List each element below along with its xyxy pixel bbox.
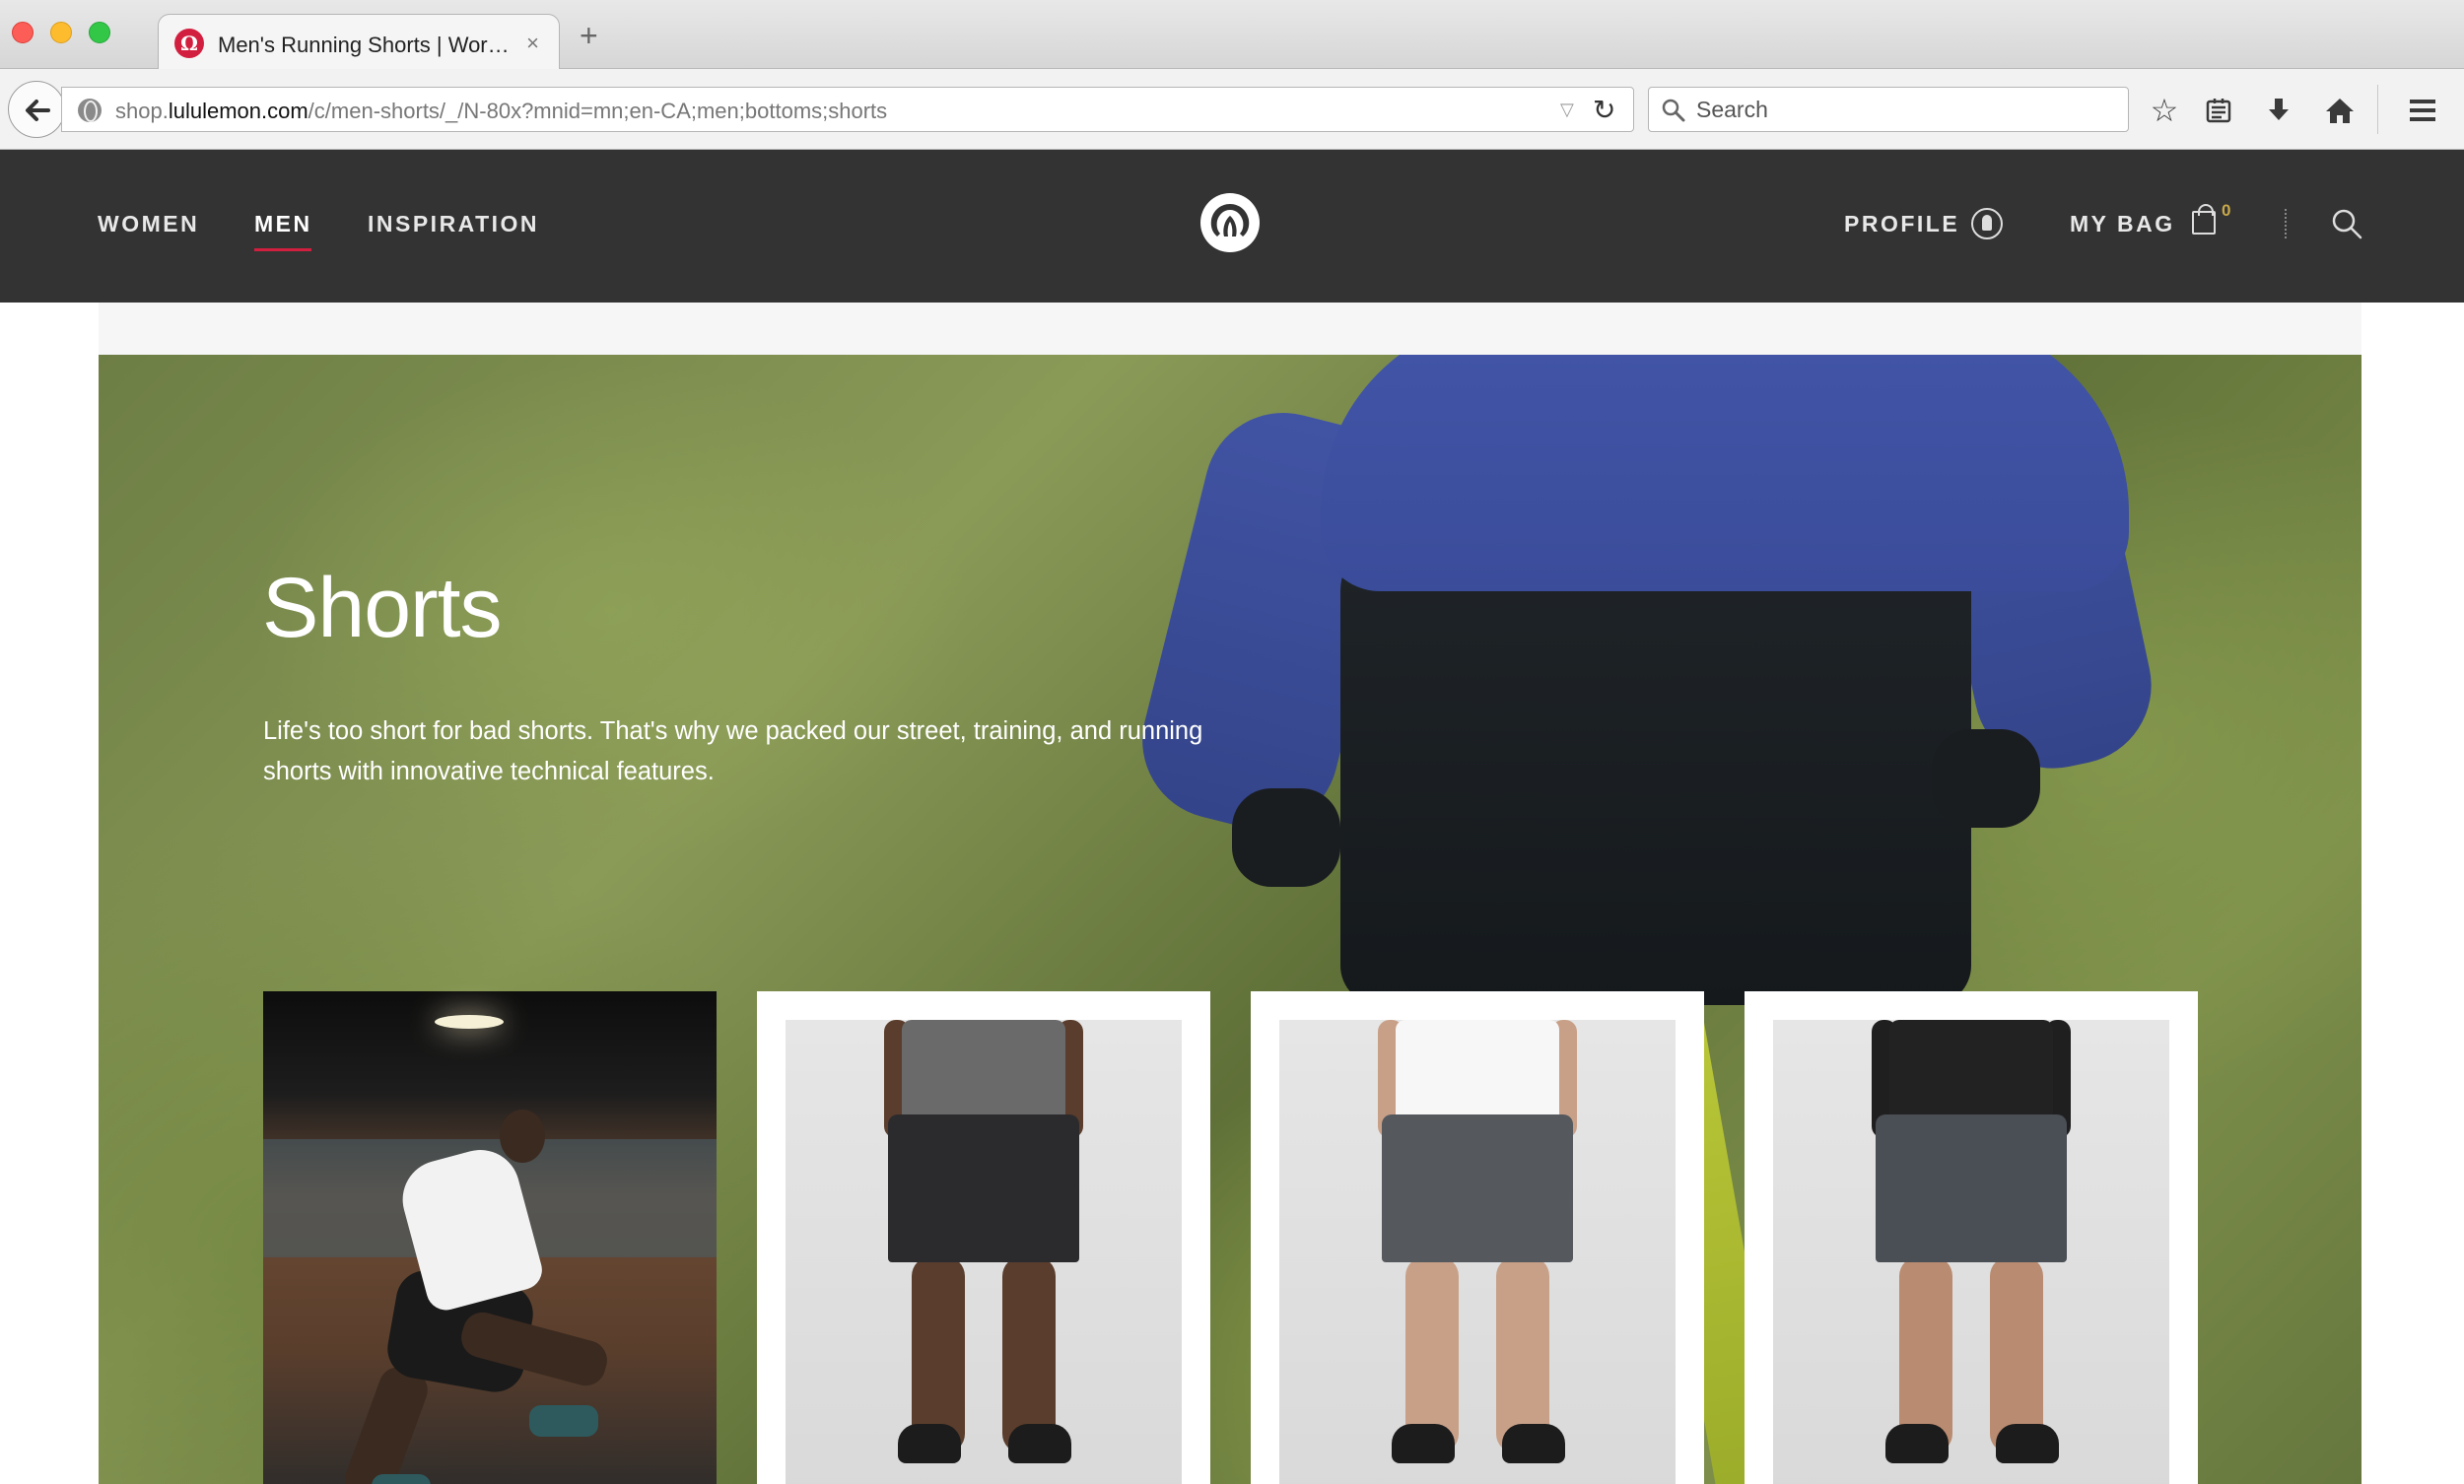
back-button[interactable] <box>8 81 65 138</box>
hero-banner: Shorts Life's too short for bad shorts. … <box>99 355 2361 1484</box>
athlete-head <box>500 1110 545 1163</box>
model-shoe <box>898 1424 961 1463</box>
nav-women[interactable]: WOMEN <box>98 211 199 237</box>
model-shoe <box>1008 1424 1071 1463</box>
hero-rider-glove <box>1932 729 2040 828</box>
downloads-icon[interactable] <box>2259 91 2298 130</box>
active-nav-underline <box>254 248 311 251</box>
model-shorts <box>1382 1114 1573 1262</box>
athlete-shoe <box>529 1405 598 1437</box>
browser-tab[interactable]: Ω Men's Running Shorts | Wor… × <box>158 14 560 70</box>
browser-nav-bar: shop.lululemon.com/c/men-shorts/_/N-80x?… <box>0 69 2464 150</box>
toolbar-separator <box>2377 85 2378 134</box>
model-shoe <box>1502 1424 1565 1463</box>
address-bar[interactable]: shop.lululemon.com/c/men-shorts/_/N-80x?… <box>61 87 1634 132</box>
nav-inspiration[interactable]: INSPIRATION <box>368 211 539 237</box>
nav-men[interactable]: MEN <box>254 211 312 237</box>
product-card[interactable] <box>1251 991 1704 1484</box>
product-card[interactable] <box>757 991 1210 1484</box>
product-image[interactable] <box>786 1020 1182 1484</box>
home-icon[interactable] <box>2320 91 2360 130</box>
url-domain: lululemon.com <box>168 99 308 123</box>
menu-icon[interactable] <box>2403 91 2442 130</box>
promo-strip <box>99 303 2361 355</box>
model-shorts <box>888 1114 1079 1262</box>
tab-close-icon[interactable]: × <box>526 31 539 56</box>
lululemon-logo[interactable] <box>1200 193 1260 252</box>
hero-rider-jacket <box>1321 355 2129 591</box>
reading-list-icon[interactable] <box>2199 91 2238 130</box>
search-input[interactable] <box>1696 88 2110 131</box>
maximize-window-button[interactable] <box>89 22 110 43</box>
model-top <box>1889 1020 2053 1128</box>
back-arrow-icon <box>26 100 50 121</box>
profile-link[interactable]: PROFILE <box>1844 211 1959 237</box>
athlete-shoe <box>372 1474 431 1484</box>
bookmark-star-icon[interactable]: ☆ <box>2145 91 2184 130</box>
url-dropdown-icon[interactable]: ▽ <box>1560 100 1574 120</box>
house-icon <box>2326 99 2354 123</box>
page-title: Shorts <box>262 561 503 655</box>
hamburger-icon <box>2410 100 2435 121</box>
model-shoe <box>1885 1424 1949 1463</box>
lululemon-favicon-icon: Ω <box>174 29 204 58</box>
bag-count-badge: 0 <box>2222 201 2231 220</box>
lululemon-omega-icon <box>1210 204 1250 236</box>
product-card[interactable] <box>1745 991 2198 1484</box>
url-prefix: shop. <box>115 99 169 123</box>
search-icon <box>1662 99 1685 122</box>
site-search-icon[interactable] <box>2330 207 2363 240</box>
model-shorts <box>1876 1114 2067 1262</box>
browser-tab-bar: Ω Men's Running Shorts | Wor… × + <box>0 0 2464 70</box>
hero-description: Life's too short for bad shorts. That's … <box>263 717 1203 785</box>
hero-rider-shorts <box>1340 532 1971 1005</box>
header-divider <box>2285 209 2287 238</box>
close-window-button[interactable] <box>12 22 34 43</box>
model-shoe <box>1996 1424 2059 1463</box>
minimize-window-button[interactable] <box>50 22 72 43</box>
profile-icon[interactable] <box>1971 208 2003 239</box>
product-image[interactable] <box>1773 1020 2169 1484</box>
new-tab-button[interactable]: + <box>580 20 598 51</box>
browser-search-box[interactable] <box>1648 87 2129 132</box>
url-text[interactable]: shop.lululemon.com/c/men-shorts/_/N-80x?… <box>115 99 887 124</box>
product-image[interactable] <box>1279 1020 1676 1484</box>
tab-title: Men's Running Shorts | Wor… <box>218 33 510 57</box>
download-arrow-icon <box>2269 99 2289 120</box>
model-top <box>902 1020 1065 1128</box>
site-header: WOMEN MEN INSPIRATION PROFILE MY BAG 0 <box>0 150 2464 303</box>
my-bag-link[interactable]: MY BAG <box>2070 211 2175 237</box>
shopping-bag-icon[interactable] <box>2192 204 2216 235</box>
model-top <box>1396 1020 1559 1128</box>
reload-icon[interactable]: ↻ <box>1593 94 1615 126</box>
ceiling-lamp <box>435 1015 504 1029</box>
lifestyle-card[interactable] <box>263 991 717 1484</box>
globe-icon <box>78 99 102 122</box>
hero-rider-glove <box>1232 788 1340 887</box>
clipboard-icon <box>2206 99 2231 123</box>
url-path: /c/men-shorts/_/N-80x?mnid=mn;en-CA;men;… <box>308 99 888 123</box>
model-shoe <box>1392 1424 1455 1463</box>
